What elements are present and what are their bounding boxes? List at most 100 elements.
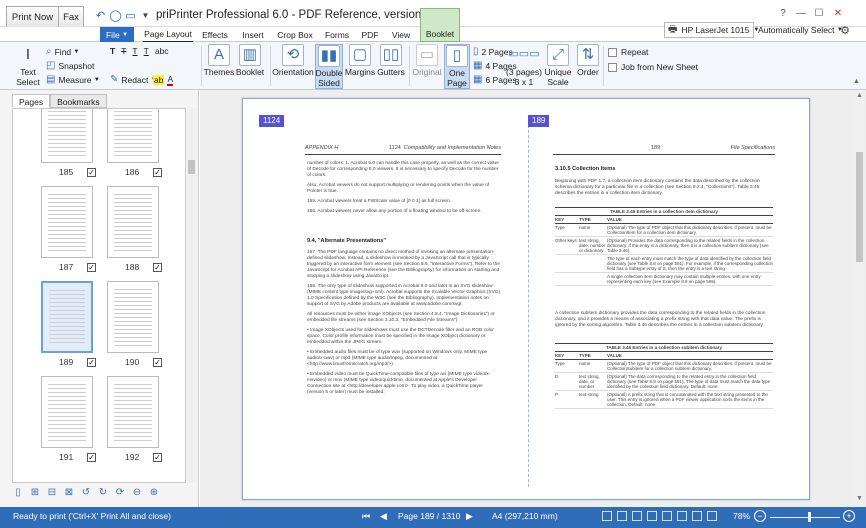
collapse-ribbon-icon[interactable]: ▲ [853,78,860,85]
help-icon[interactable]: ? [775,6,791,20]
text-select-button[interactable]: I Text Select [14,44,42,87]
tab-crop-box[interactable]: Crop Box [275,27,315,42]
tab-booklet[interactable]: Booklet [420,8,460,42]
measure-button[interactable]: ▤ Measure ▼ [46,74,100,85]
thumbnail-checkbox[interactable]: ✓ [153,453,162,462]
repeat-checkbox[interactable]: Repeat [608,47,648,57]
scrollbar-thumb[interactable] [188,160,195,174]
view-height-icon[interactable] [677,511,687,521]
preview-sheet[interactable]: 1124 189 APPENDIX H 1124 Compatibility a… [242,98,810,500]
insert-page-icon[interactable]: ⊞ [29,487,41,501]
page-thumbnail[interactable] [41,109,93,163]
orientation-button[interactable]: ⟲ Orientation [272,44,314,78]
snapshot-button[interactable]: ◰ Snapshot [46,60,94,71]
thumbnail-list[interactable]: 185 ✓ 186 ✓ 187 ✓ 188 ✓ 189 ✓ 190 ✓ 191 ✓ 192 ✓ [12,108,186,483]
view-split-icon[interactable] [707,511,717,521]
zoom-in-icon[interactable]: ⊕ [148,487,160,501]
rotate-both-icon[interactable]: ⟳ [114,487,126,501]
next-page-icon[interactable]: ▶ [466,511,473,522]
order-button[interactable]: ⇅ Order [576,44,600,78]
tab-forms[interactable]: Forms [322,27,352,42]
view-fit-icon[interactable] [647,511,657,521]
three-pages-button[interactable]: ▭▭▭ (3 pages) 3 x 1 [506,44,542,87]
booklet-button[interactable]: ▥ Booklet [234,44,266,78]
redact-button[interactable]: ✎Redact ▼ [110,74,157,85]
paper-size: A4 (297,210 mm) [492,511,558,521]
printer-select[interactable]: 🖶 HP LaserJet 1015 ▼ [664,22,759,38]
tab-bookmarks[interactable]: Bookmarks [50,94,107,108]
themes-button[interactable]: A Themes [204,44,234,78]
font-color-icon[interactable]: A [167,74,174,86]
rotate-left-icon[interactable]: ↺ [80,487,92,501]
view-full-icon[interactable] [692,511,702,521]
fax-button[interactable]: Fax [58,6,84,28]
strike-text-icon[interactable]: T [121,46,126,56]
undo-icon[interactable]: ↶ [94,9,107,22]
view-grid-icon[interactable] [632,511,642,521]
thumbnail-checkbox[interactable]: ✓ [87,453,96,462]
underline-text-alt-icon[interactable]: T [144,46,149,56]
font-icon[interactable]: abc [155,46,169,56]
page-thumbnail[interactable] [107,109,159,163]
tab-pages[interactable]: Pages [12,94,51,108]
tab-page-layout[interactable]: Page Layout [143,27,193,42]
tray-select[interactable]: Automatically Select ▼ [755,22,843,38]
find-button[interactable]: ⌕ Find ▼ [46,46,79,57]
page-thumbnail[interactable] [107,281,159,353]
thumbnail-scrollbar[interactable] [187,108,196,483]
page-thumbnail[interactable] [107,376,159,448]
double-sided-button[interactable]: ▮▮ Double Sided [315,44,343,89]
thumbnail-checkbox[interactable]: ✓ [153,358,162,367]
gear-icon[interactable]: ⚙ [838,23,852,37]
quick-access-dropdown-icon[interactable]: ▼ [139,9,152,22]
original-button[interactable]: ▭ Original [412,44,442,78]
job-from-new-sheet-checkbox[interactable]: Job from New Sheet [608,62,698,72]
page-thumbnail[interactable] [41,376,93,448]
print-now-button[interactable]: Print Now [6,6,59,28]
zoom-out-button[interactable]: − [754,510,766,522]
tab-pdf[interactable]: PDF [359,27,381,42]
page-thumbnail[interactable] [41,186,93,258]
zoom-icon[interactable]: ◯ [109,9,122,22]
first-page-icon[interactable]: ⏮ [362,511,370,522]
tab-file[interactable]: File ▼ [100,27,134,42]
preview-scrollbar[interactable]: ▲ ▼ [854,90,865,507]
scroll-up-icon[interactable]: ▲ [855,92,864,102]
thumbnail-checkbox[interactable]: ✓ [153,263,162,272]
margins-button[interactable]: ▢ Margins [345,44,375,78]
page-icon[interactable]: ▯ [12,487,24,501]
close-icon[interactable]: ✕ [830,6,846,20]
minimize-icon[interactable]: — [793,6,809,20]
scroll-down-icon[interactable]: ▼ [855,495,864,505]
gutters-button[interactable]: ▯▯ Gutters [376,44,406,78]
view-single-icon[interactable] [602,511,612,521]
unique-scale-button[interactable]: ⤢ Unique Scale [543,44,573,87]
page-icon[interactable]: ▭ [124,9,137,22]
tab-view[interactable]: View [389,27,413,42]
thumbnail-checkbox[interactable]: ✓ [153,168,162,177]
delete-page-icon[interactable]: ⊠ [63,487,75,501]
maximize-icon[interactable]: ☐ [811,6,827,20]
scrollbar-thumb[interactable] [856,152,863,262]
thumbnail-checkbox[interactable]: ✓ [87,168,96,177]
tab-insert[interactable]: Insert [238,27,268,42]
bold-text-icon[interactable]: T [110,46,115,56]
highlighter-icon[interactable]: ab [153,75,165,85]
zoom-in-button[interactable]: + [843,510,855,522]
zoom-slider[interactable] [770,517,840,518]
thumbnail-checkbox[interactable]: ✓ [87,263,96,272]
page-thumbnail[interactable] [107,186,159,258]
underline-text-icon[interactable]: T [132,46,137,56]
tab-effects[interactable]: Effects [200,27,230,42]
insert-after-icon[interactable]: ⊟ [46,487,58,501]
page-thumbnail[interactable] [41,281,93,353]
one-page-button[interactable]: ▯ One Page [444,44,470,89]
previous-page-icon[interactable]: ◀ [380,511,387,522]
rotate-right-icon[interactable]: ↻ [97,487,109,501]
zoom-slider-thumb[interactable] [807,512,811,522]
two-pages-button[interactable]: ▯ 2 Pages [473,46,513,57]
view-double-icon[interactable] [617,511,627,521]
zoom-out-icon[interactable]: ⊖ [131,487,143,501]
view-width-icon[interactable] [662,511,672,521]
thumbnail-checkbox[interactable]: ✓ [87,358,96,367]
